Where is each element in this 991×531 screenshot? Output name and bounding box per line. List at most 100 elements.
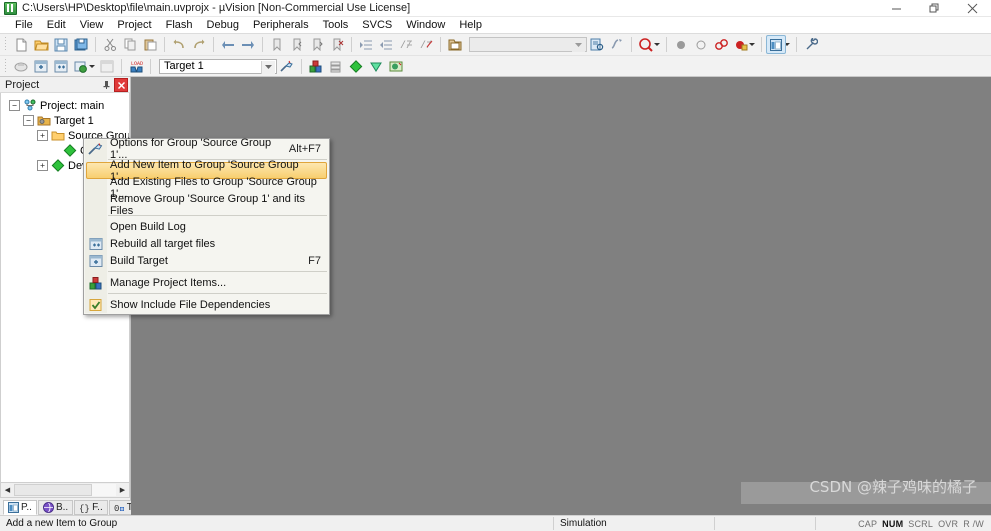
manage-run-time-env-icon[interactable] — [326, 57, 346, 76]
toolbar-separator — [761, 37, 762, 52]
open-file-icon[interactable] — [31, 35, 51, 54]
bookmark-prev-icon[interactable] — [287, 35, 307, 54]
translate-icon[interactable] — [11, 57, 31, 76]
indicator-scrl: SCRL — [908, 518, 934, 529]
navigate-back-icon[interactable] — [218, 35, 238, 54]
comment-icon[interactable]: // — [396, 35, 416, 54]
target-select[interactable]: Target 1 — [159, 58, 277, 74]
build-icon[interactable] — [31, 57, 51, 76]
cut-icon[interactable] — [100, 35, 120, 54]
tab-label: F.. — [92, 502, 103, 513]
find-in-files-icon[interactable] — [587, 35, 607, 54]
save-file-icon[interactable] — [51, 35, 71, 54]
title-bar: C:\Users\HP\Desktop\file\main.uvprojx - … — [0, 0, 991, 17]
menu-help[interactable]: Help — [452, 18, 489, 32]
chevron-down-icon[interactable] — [572, 39, 585, 52]
copy-icon[interactable] — [120, 35, 140, 54]
tree-item-project[interactable]: − Project: main — [1, 98, 129, 113]
restore-icon[interactable] — [915, 0, 953, 16]
breakpoint-kill-all-icon[interactable] — [711, 35, 731, 54]
outdent-icon[interactable] — [376, 35, 396, 54]
manage-items-icon — [88, 276, 104, 290]
scroll-left-icon[interactable]: ◀ — [1, 484, 14, 496]
breakpoint-icon[interactable] — [671, 35, 691, 54]
new-file-icon[interactable] — [11, 35, 31, 54]
menu-item-manage-project-items[interactable]: Manage Project Items... — [84, 274, 329, 291]
menu-file[interactable]: File — [8, 18, 40, 32]
find-input[interactable] — [469, 37, 587, 52]
menu-item-options-for-group[interactable]: Options for Group 'Source Group 1'... Al… — [84, 137, 329, 161]
chevron-down-icon[interactable] — [261, 60, 275, 74]
scroll-right-icon[interactable]: ▶ — [116, 484, 129, 496]
tab-functions[interactable]: {} F.. — [74, 500, 108, 515]
stop-build-icon[interactable] — [97, 57, 117, 76]
breakpoint-disable-icon[interactable] — [691, 35, 711, 54]
menu-peripherals[interactable]: Peripherals — [246, 18, 316, 32]
minimize-icon[interactable] — [877, 0, 915, 16]
hscroll-track[interactable] — [14, 484, 116, 496]
menu-item-open-build-log[interactable]: Open Build Log — [84, 218, 329, 235]
project-tab-icon — [8, 502, 19, 513]
component-icon — [51, 159, 65, 172]
insert-bookmark-icon[interactable] — [366, 57, 386, 76]
configure-flash-icon[interactable] — [386, 57, 406, 76]
tree-item-label: Project: main — [40, 99, 105, 112]
menu-view[interactable]: View — [73, 18, 111, 32]
expander-expand-icon[interactable]: + — [37, 130, 48, 141]
tree-item-target[interactable]: − Target 1 — [1, 113, 129, 128]
menu-project[interactable]: Project — [110, 18, 158, 32]
menu-svcs[interactable]: SVCS — [355, 18, 399, 32]
context-menu[interactable]: Options for Group 'Source Group 1'... Al… — [83, 137, 330, 315]
indent-icon[interactable] — [356, 35, 376, 54]
manage-project-items-icon[interactable] — [306, 57, 326, 76]
tab-project[interactable]: P.. — [3, 500, 37, 515]
expander-collapse-icon[interactable]: − — [23, 115, 34, 126]
bookmark-toggle-icon[interactable] — [267, 35, 287, 54]
configure-icon[interactable] — [801, 35, 821, 54]
expander-collapse-icon[interactable]: − — [9, 100, 20, 111]
menu-item-show-include-file-dependencies[interactable]: Show Include File Dependencies — [84, 296, 329, 313]
paste-icon[interactable] — [140, 35, 160, 54]
open-document-icon[interactable] — [445, 35, 465, 54]
menu-debug[interactable]: Debug — [200, 18, 246, 32]
bookmark-clear-icon[interactable] — [327, 35, 347, 54]
target-select-value: Target 1 — [164, 60, 204, 72]
menu-item-build-target[interactable]: Build Target F7 — [84, 252, 329, 269]
download-icon[interactable]: LOAD — [126, 57, 146, 76]
menu-window[interactable]: Window — [399, 18, 452, 32]
toolbar-grip[interactable] — [4, 37, 9, 52]
undo-icon[interactable] — [169, 35, 189, 54]
indicator-num: NUM — [882, 518, 904, 529]
indicator-ovr: OVR — [938, 518, 959, 529]
toolbar-grip[interactable] — [4, 58, 9, 74]
menu-tools[interactable]: Tools — [316, 18, 356, 32]
uncomment-icon[interactable]: // — [416, 35, 436, 54]
magnifier-icon[interactable] — [636, 35, 656, 54]
menu-item-label: Remove Group 'Source Group 1' and its Fi… — [110, 192, 305, 217]
navigate-forward-icon[interactable] — [238, 35, 258, 54]
menu-item-rebuild-all-target-files[interactable]: Rebuild all target files — [84, 235, 329, 252]
status-indicators: CAP NUM SCRL OVR R /W — [858, 519, 991, 529]
menu-item-remove-group[interactable]: Remove Group 'Source Group 1' and its Fi… — [84, 193, 329, 217]
start-debug-icon[interactable] — [346, 57, 366, 76]
options-icon — [88, 142, 104, 156]
tab-books[interactable]: B.. — [37, 500, 74, 515]
redo-icon[interactable] — [189, 35, 209, 54]
window-layout-icon[interactable] — [766, 35, 786, 54]
project-tree-hscrollbar[interactable]: ◀ ▶ — [0, 482, 130, 498]
options-target-icon[interactable] — [277, 57, 297, 76]
menu-flash[interactable]: Flash — [159, 18, 200, 32]
menu-edit[interactable]: Edit — [40, 18, 73, 32]
expander-expand-icon[interactable]: + — [37, 160, 48, 171]
rebuild-all-icon[interactable] — [51, 57, 71, 76]
save-all-icon[interactable] — [71, 35, 91, 54]
pin-icon[interactable] — [100, 78, 112, 90]
bookmark-next-icon[interactable] — [307, 35, 327, 54]
hscroll-thumb[interactable] — [14, 484, 92, 496]
breakpoint-enable-icon[interactable] — [731, 35, 751, 54]
close-icon[interactable] — [953, 0, 991, 16]
function-browser-icon[interactable] — [607, 35, 627, 54]
close-icon[interactable] — [114, 78, 128, 92]
menu-item-accel: F7 — [308, 254, 321, 267]
batch-build-icon[interactable] — [71, 57, 91, 76]
